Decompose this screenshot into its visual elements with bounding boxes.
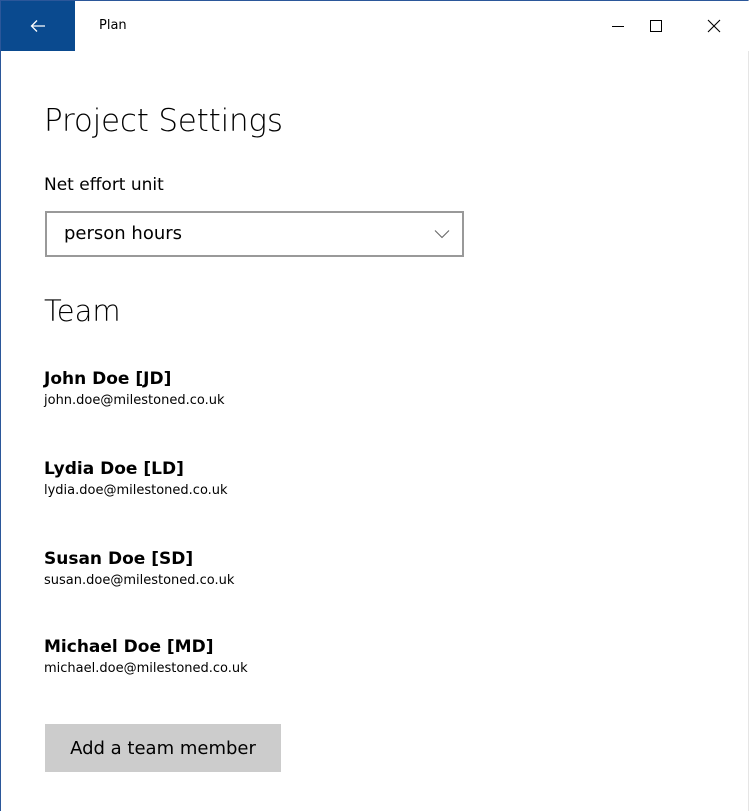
back-arrow-icon [30,20,45,32]
team-member[interactable]: Susan Doe [SD] susan.doe@milestoned.co.u… [44,548,234,590]
back-button[interactable] [1,1,75,51]
minimize-icon [612,26,624,27]
member-email: john.doe@milestoned.co.uk [44,393,225,408]
maximize-icon [650,20,662,32]
chevron-down-icon [434,213,450,255]
effort-unit-dropdown[interactable]: person hours [45,211,464,257]
member-email: michael.doe@milestoned.co.uk [44,661,248,676]
effort-unit-value: person hours [64,223,183,244]
member-email: susan.doe@milestoned.co.uk [44,573,235,588]
member-name: Lydia Doe [LD] [44,459,184,479]
close-icon [707,19,721,33]
close-button[interactable] [685,1,743,51]
effort-unit-label: Net effort unit [44,175,164,195]
member-name: Susan Doe [SD] [44,549,194,569]
add-team-member-button[interactable]: Add a team member [45,724,281,772]
team-member[interactable]: Michael Doe [MD] michael.doe@milestoned.… [44,636,248,678]
team-member[interactable]: Lydia Doe [LD] lydia.doe@milestoned.co.u… [44,458,228,500]
team-member[interactable]: John Doe [JD] john.doe@milestoned.co.uk [44,368,224,410]
member-name: Michael Doe [MD] [44,637,214,657]
member-name: John Doe [JD] [44,369,172,389]
team-section-title: Team [44,294,121,328]
window-title: Plan [99,18,127,33]
app-window: Plan Project Settings Net effort unit pe… [0,0,749,811]
page-title: Project Settings [44,103,283,139]
title-bar: Plan [1,1,749,51]
maximize-button[interactable] [627,1,685,51]
member-email: lydia.doe@milestoned.co.uk [44,483,228,498]
